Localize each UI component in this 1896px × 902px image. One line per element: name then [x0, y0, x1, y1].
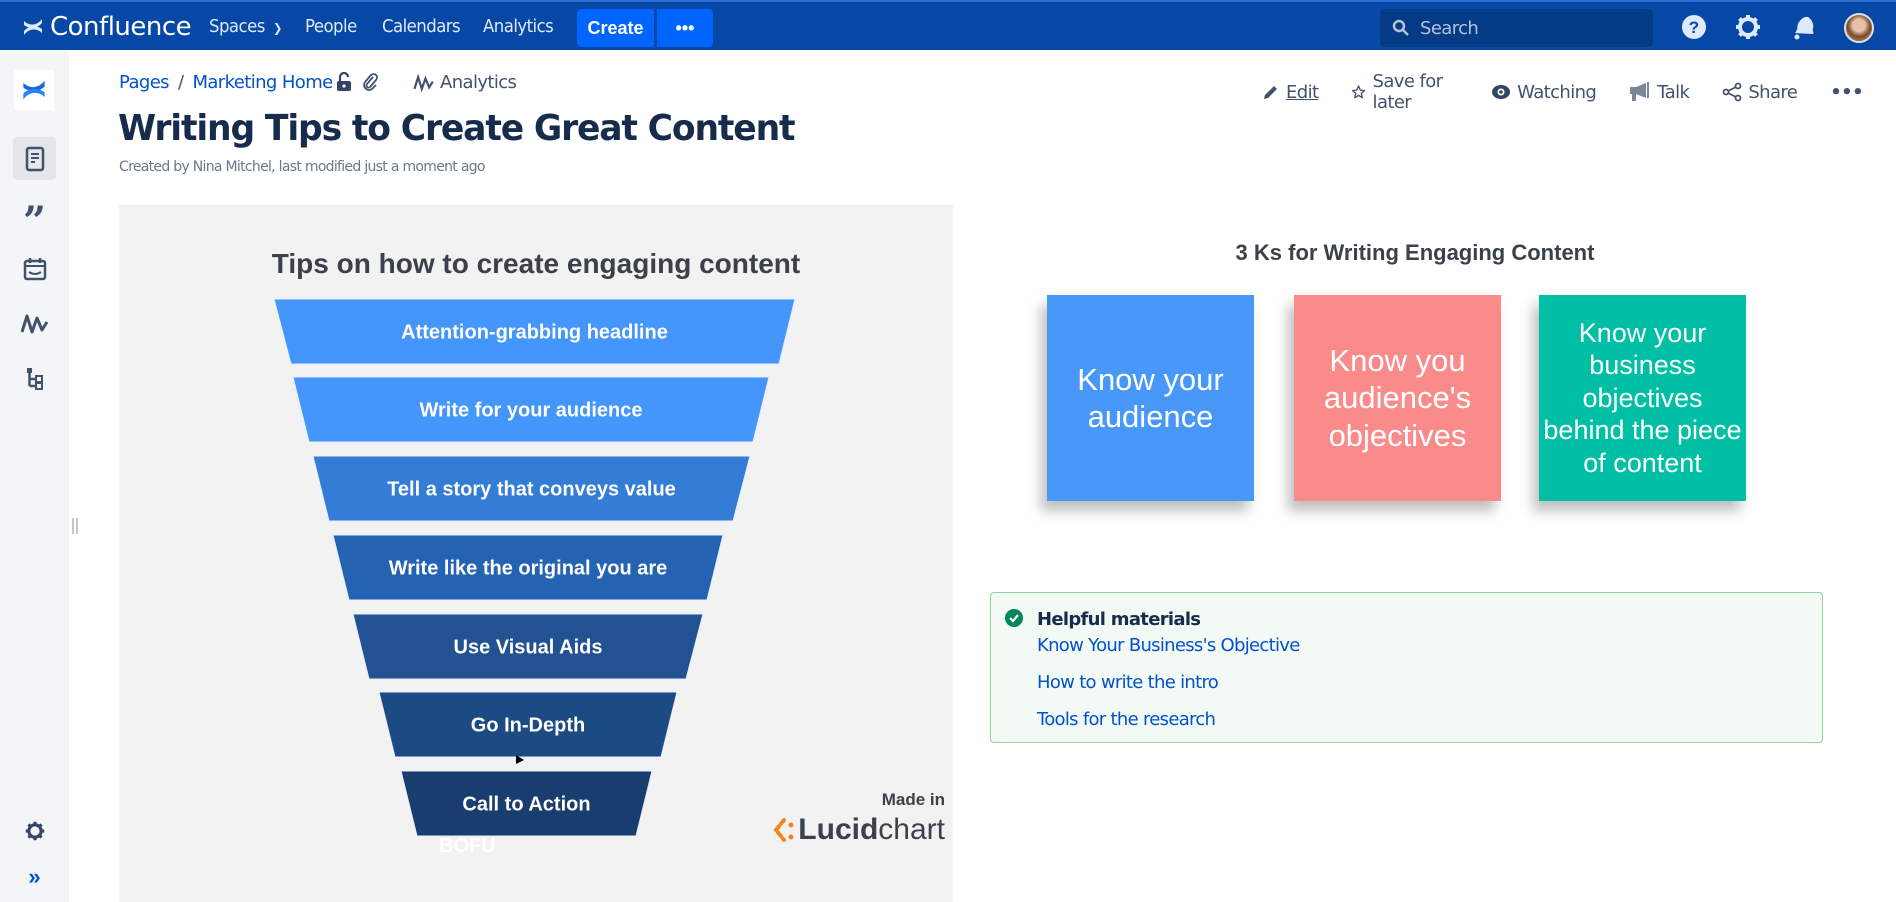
funnel-step-label: Attention-grabbing headline — [401, 322, 668, 344]
nav-people[interactable]: People — [305, 16, 357, 37]
sidebar-item-analytics[interactable] — [13, 302, 56, 345]
confluence-space-icon — [23, 80, 45, 100]
brand-bold: Lucid — [798, 813, 879, 846]
breadcrumb-separator: / — [177, 72, 184, 93]
help-icon[interactable]: ? — [1680, 13, 1708, 41]
pencil-icon — [1264, 86, 1277, 99]
sidebar-item-pages[interactable] — [13, 137, 56, 180]
funnel-step-label: Tell a story that conveys value — [387, 479, 676, 501]
settings-icon[interactable] — [1734, 13, 1762, 41]
megaphone-icon — [1630, 82, 1650, 101]
check-circle-icon — [1005, 609, 1023, 627]
calendar-icon — [23, 257, 46, 280]
link-research-tools[interactable]: Tools for the research — [1037, 709, 1216, 730]
notifications-icon[interactable] — [1789, 13, 1817, 41]
sidebar-expand[interactable]: » — [13, 855, 56, 898]
nav-spaces[interactable]: Spaces ❯ — [209, 16, 282, 37]
page-analytics-link[interactable]: Analytics — [413, 72, 517, 93]
nav-spaces-label: Spaces — [209, 16, 265, 37]
helpful-materials-title: Helpful materials — [1037, 609, 1201, 630]
unlock-icon[interactable] — [336, 72, 352, 92]
more-icon: ••• — [1830, 81, 1863, 103]
star-icon — [1352, 85, 1366, 99]
create-button[interactable]: Create — [577, 9, 654, 47]
watching-button[interactable]: Watching — [1491, 81, 1597, 103]
link-write-intro[interactable]: How to write the intro — [1037, 672, 1219, 693]
space-sidebar: ” » — [0, 50, 78, 902]
quote-icon: ” — [22, 197, 46, 245]
lucidchart-logo: Lucid chart — [772, 813, 945, 847]
sidebar-space-settings[interactable] — [13, 809, 56, 852]
funnel-step-label: Write for your audience — [419, 400, 642, 422]
eye-icon — [1492, 85, 1511, 99]
space-logo[interactable] — [14, 70, 54, 110]
edit-button[interactable]: Edit — [1262, 81, 1319, 103]
sidebar-resize-handle[interactable] — [72, 518, 78, 534]
sticky-note-audience-objectives[interactable]: Know you audience's objectives — [1294, 295, 1501, 501]
watching-label: Watching — [1517, 81, 1597, 103]
breadcrumb-pages[interactable]: Pages — [119, 72, 170, 93]
svg-text:?: ? — [1689, 18, 1699, 37]
funnel-step-label: Go In-Depth — [471, 715, 585, 737]
analytics-icon — [413, 73, 434, 92]
app-name: Confluence — [50, 12, 192, 42]
helpful-materials-panel: Helpful materials Know Your Business's O… — [990, 592, 1823, 743]
nav-calendars[interactable]: Calendars — [382, 16, 461, 37]
share-button[interactable]: Share — [1722, 81, 1798, 103]
share-label: Share — [1748, 81, 1798, 103]
brand-light: chart — [878, 813, 945, 846]
page-actions: Edit Save for later Watching Talk Share … — [1262, 71, 1896, 113]
bofu-label: BOFU — [439, 835, 496, 857]
confluence-logo[interactable]: Confluence — [22, 12, 192, 42]
breadcrumb-marketing-home[interactable]: Marketing Home — [192, 72, 333, 93]
search-icon — [1392, 19, 1409, 36]
funnel-step-label: Call to Action — [462, 794, 590, 816]
hierarchy-icon — [26, 367, 43, 390]
chevron-down-icon: ❯ — [273, 21, 282, 35]
pages-icon — [25, 146, 44, 171]
breadcrumb: Pages / Marketing Home — [119, 72, 333, 93]
confluence-logo-icon — [24, 19, 42, 35]
page-meta-icons — [336, 72, 378, 92]
analytics-label: Analytics — [440, 72, 517, 93]
talk-label: Talk — [1657, 81, 1690, 103]
create-more-button[interactable]: ••• — [657, 9, 713, 47]
lucidchart-icon — [773, 818, 794, 842]
funnel-shapes: Attention-grabbing headline Write for you… — [273, 298, 796, 837]
sticky-note-text: Know your audience — [1077, 361, 1224, 434]
talk-button[interactable]: Talk — [1629, 81, 1690, 103]
sidebar-item-blog[interactable]: ” — [13, 192, 56, 241]
funnel-step-label: Use Visual Aids — [454, 637, 603, 659]
funnel-diagram[interactable]: Tips on how to create engaging content A… — [119, 205, 953, 902]
page-title: Writing Tips to Create Great Content — [118, 108, 796, 149]
sticky-note-text: Know your business objectives behind the… — [1543, 318, 1742, 478]
save-for-later-button[interactable]: Save for later — [1351, 71, 1458, 113]
sidebar-item-page-tree[interactable] — [13, 357, 56, 400]
expand-icon: » — [28, 863, 41, 889]
user-avatar[interactable] — [1844, 13, 1874, 43]
made-in-label: Made in — [881, 790, 945, 809]
edit-label: Edit — [1286, 81, 1319, 103]
search-input[interactable] — [1420, 17, 1640, 39]
save-for-later-label: Save for later — [1372, 71, 1443, 113]
search-box[interactable] — [1380, 9, 1653, 47]
more-actions-button[interactable]: ••• — [1830, 82, 1863, 103]
nav-analytics[interactable]: Analytics — [483, 16, 554, 37]
sticky-note-business-objectives[interactable]: Know your business objectives behind the… — [1539, 295, 1746, 501]
ks-title: 3 Ks for Writing Engaging Content — [1235, 240, 1595, 265]
sticky-note-audience[interactable]: Know your audience — [1047, 295, 1254, 501]
analytics-icon — [20, 314, 48, 333]
share-icon — [1722, 82, 1742, 102]
top-navigation-bar: Confluence Spaces ❯ People Calendars Ana… — [0, 0, 1896, 50]
sidebar-item-calendars[interactable] — [13, 247, 56, 290]
page-byline: Created by Nina Mitchel, last modified j… — [119, 159, 485, 175]
settings-icon — [25, 821, 44, 840]
attachment-icon[interactable] — [362, 73, 378, 91]
sticky-note-text: Know you audience's objectives — [1323, 343, 1472, 453]
link-business-objective[interactable]: Know Your Business's Objective — [1037, 635, 1300, 656]
funnel-step-label: Write like the original you are — [389, 558, 668, 580]
